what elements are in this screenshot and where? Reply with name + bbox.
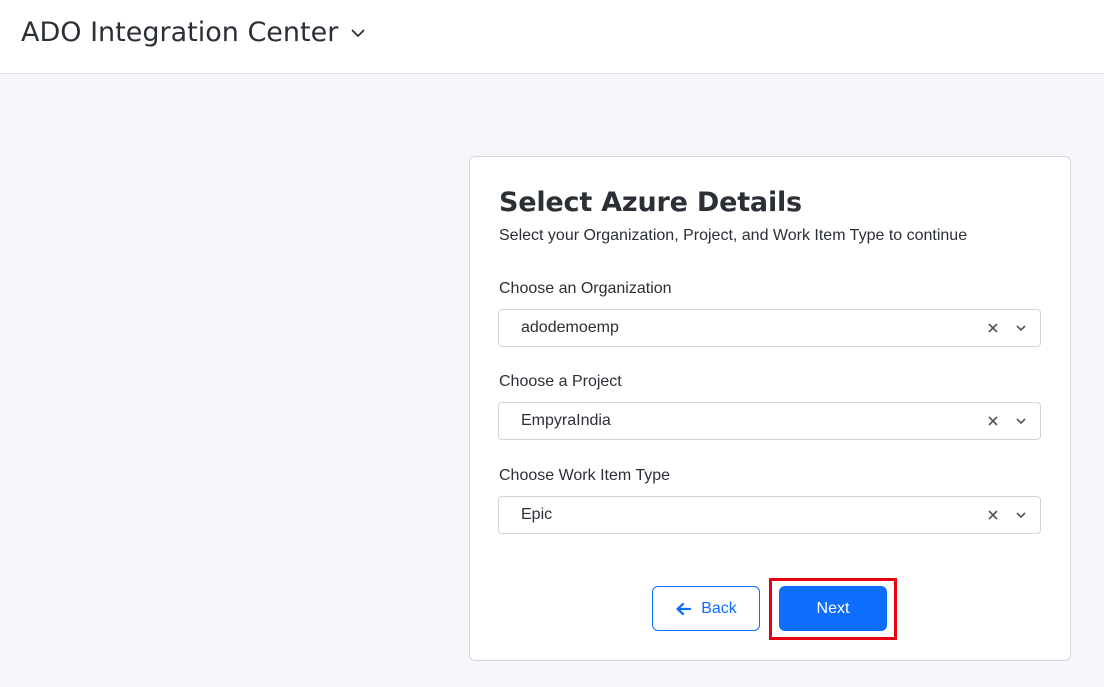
- azure-details-card: Select Azure Details Select your Organiz…: [469, 156, 1071, 661]
- back-button[interactable]: Back: [652, 586, 760, 631]
- chevron-down-icon: [350, 28, 366, 38]
- next-button[interactable]: Next: [779, 586, 887, 631]
- project-select[interactable]: EmpyraIndia: [498, 402, 1041, 440]
- organization-value: adodemoemp: [521, 319, 619, 336]
- card-title: Select Azure Details: [499, 187, 802, 218]
- work-item-type-value: Epic: [521, 506, 553, 523]
- project-value: EmpyraIndia: [521, 412, 611, 429]
- arrow-left-icon: [675, 602, 692, 616]
- app-title: ADO Integration Center: [21, 17, 339, 48]
- clear-icon[interactable]: [986, 321, 1000, 335]
- work-item-type-label: Choose Work Item Type: [499, 467, 671, 484]
- card-subtitle: Select your Organization, Project, and W…: [499, 227, 968, 244]
- organization-label: Choose an Organization: [499, 280, 672, 297]
- organization-select[interactable]: adodemoemp: [498, 309, 1041, 347]
- work-item-type-select[interactable]: Epic: [498, 496, 1041, 534]
- top-bar: ADO Integration Center: [0, 0, 1104, 74]
- project-label: Choose a Project: [499, 373, 622, 390]
- clear-icon[interactable]: [986, 508, 1000, 522]
- next-label: Next: [816, 599, 850, 617]
- back-label: Back: [701, 599, 737, 617]
- chevron-down-icon[interactable]: [1014, 321, 1028, 335]
- clear-icon[interactable]: [986, 414, 1000, 428]
- chevron-down-icon[interactable]: [1014, 414, 1028, 428]
- chevron-down-icon[interactable]: [1014, 508, 1028, 522]
- app-switcher[interactable]: ADO Integration Center: [21, 17, 366, 48]
